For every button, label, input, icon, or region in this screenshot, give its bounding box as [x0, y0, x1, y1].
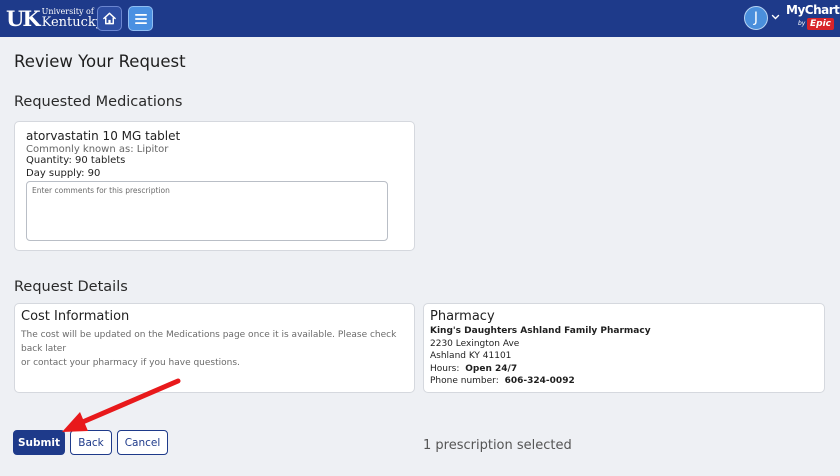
requested-medications-heading: Requested Medications [14, 94, 183, 110]
prescription-selected-count: 1 prescription selected [423, 438, 572, 453]
pharmacy-hours-value: Open 24/7 [465, 364, 518, 374]
pharmacy-phone-label: Phone number: [430, 376, 499, 386]
medication-day-supply: Day supply: 90 [26, 168, 101, 179]
medication-quantity: Quantity: 90 tablets [26, 155, 126, 166]
epic-badge: Epic [807, 18, 835, 30]
pharmacy-phone: Phone number: 606-324-0092 [430, 376, 575, 386]
back-button[interactable]: Back [70, 430, 112, 455]
top-bar: UK University of Kentucky. J MyChart by … [0, 0, 840, 37]
menu-icon [134, 13, 147, 24]
medication-name: atorvastatin 10 MG tablet [26, 129, 181, 143]
medication-card: atorvastatin 10 MG tablet Commonly known… [14, 121, 415, 251]
pharmacy-hours-label: Hours: [430, 364, 460, 374]
home-icon [103, 12, 116, 25]
cost-text-line-1: The cost will be updated on the Medicati… [21, 330, 397, 354]
mychart-epic-logo: MyChart by Epic [786, 3, 840, 33]
mychart-wordmark: MyChart [786, 3, 840, 17]
page-title: Review Your Request [14, 52, 186, 71]
user-avatar[interactable]: J [744, 6, 768, 30]
pharmacy-phone-value: 606-324-0092 [504, 376, 575, 386]
university-logo[interactable]: UK University of Kentucky. [6, 5, 106, 31]
pharmacy-hours: Hours: Open 24/7 [430, 364, 517, 374]
menu-button[interactable] [128, 6, 153, 31]
medication-common-name: Commonly known as: Lipitor [26, 144, 169, 155]
prescription-comment-field[interactable] [26, 181, 388, 241]
pharmacy-address-line-2: Ashland KY 41101 [430, 351, 512, 361]
logo-line-2: Kentucky. [41, 14, 106, 30]
pharmacy-card: Pharmacy King's Daughters Ashland Family… [423, 303, 825, 393]
pharmacy-title: Pharmacy [430, 309, 495, 324]
uk-logo-mark: UK [6, 5, 41, 31]
annotation-arrow-head [62, 412, 88, 432]
cost-information-title: Cost Information [21, 309, 130, 324]
chevron-down-icon[interactable] [771, 13, 780, 21]
submit-button[interactable]: Submit [13, 430, 65, 455]
cost-information-card: Cost Information The cost will be update… [14, 303, 415, 393]
cost-information-text: The cost will be updated on the Medicati… [21, 328, 413, 370]
brand-by-text: by [798, 20, 806, 27]
home-button[interactable] [97, 6, 122, 31]
logo-wordmark: University of Kentucky. [41, 7, 106, 30]
cancel-button[interactable]: Cancel [117, 430, 168, 455]
request-details-heading: Request Details [14, 279, 128, 295]
pharmacy-name: King's Daughters Ashland Family Pharmacy [430, 326, 651, 336]
pharmacy-address-line-1: 2230 Lexington Ave [430, 339, 520, 349]
cost-text-line-2: or contact your pharmacy if you have que… [21, 358, 240, 368]
